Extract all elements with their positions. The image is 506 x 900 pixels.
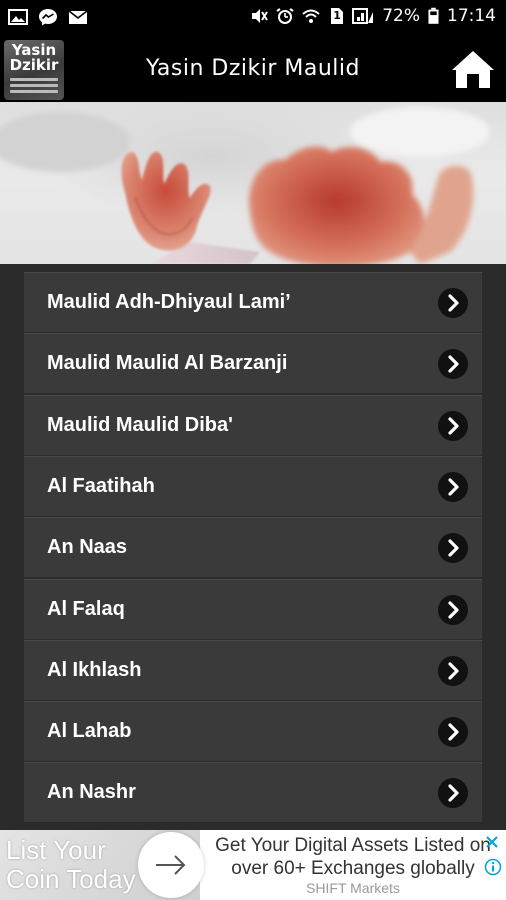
arrow-right-icon: [156, 855, 186, 875]
menu-item-label: Maulid Adh-Dhiyaul Lami’: [47, 291, 291, 313]
messenger-icon: [39, 9, 57, 26]
gallery-icon: [8, 9, 28, 25]
menu-item[interactable]: Al Ikhlash: [24, 640, 482, 700]
praying-hands-illustration: [0, 102, 506, 264]
chevron-right-icon[interactable]: [438, 411, 468, 441]
app-bar: Yasin Dzikir Yasin Dzikir Maulid: [0, 36, 506, 102]
chevron-right-icon[interactable]: [438, 656, 468, 686]
signal-icon: [352, 8, 374, 24]
chevron-right-icon[interactable]: [438, 778, 468, 808]
menu-item-label: Al Lahab: [47, 720, 132, 742]
alarm-icon: [276, 8, 294, 24]
menu-item[interactable]: Maulid Maulid Diba': [24, 395, 482, 455]
ad-left-text: List Your Coin Today: [6, 835, 136, 894]
status-bar: 1 72% 17:14: [0, 0, 506, 36]
menu-item-label: Maulid Maulid Al Barzanji: [47, 352, 288, 374]
wifi-icon: [302, 9, 320, 23]
battery-percentage: 72%: [382, 6, 420, 26]
menu-item-label: Al Falaq: [47, 598, 125, 620]
banner-image: [0, 102, 506, 264]
menu-item-label: Al Faatihah: [47, 475, 155, 497]
clock: 17:14: [447, 6, 496, 26]
info-icon[interactable]: [484, 858, 502, 876]
ad-arrow-button[interactable]: [138, 832, 204, 898]
mail-icon: [68, 10, 88, 24]
ad-banner[interactable]: List Your Coin Today Get Your Digital As…: [0, 830, 506, 900]
mute-icon: [252, 9, 269, 23]
chevron-right-icon[interactable]: [438, 533, 468, 563]
menu-item[interactable]: An Naas: [24, 517, 482, 577]
menu-item[interactable]: Al Lahab: [24, 701, 482, 761]
battery-icon: [428, 7, 439, 24]
menu-item[interactable]: Maulid Maulid Al Barzanji: [24, 333, 482, 393]
home-icon[interactable]: [450, 48, 496, 90]
ad-source: SHIFT Markets: [306, 880, 400, 896]
menu-item[interactable]: Maulid Adh-Dhiyaul Lami’: [24, 272, 482, 332]
menu-item-label: An Nashr: [47, 781, 136, 803]
menu-item-label: Maulid Maulid Diba': [47, 414, 233, 436]
chevron-right-icon[interactable]: [438, 349, 468, 379]
sim-icon: 1: [328, 7, 344, 25]
app-title: Yasin Dzikir Maulid: [146, 56, 360, 81]
chevron-right-icon[interactable]: [438, 717, 468, 747]
chevron-right-icon[interactable]: [438, 595, 468, 625]
close-icon[interactable]: [484, 834, 500, 850]
chevron-right-icon[interactable]: [438, 472, 468, 502]
sim-label: 1: [333, 9, 341, 22]
menu-item[interactable]: Al Falaq: [24, 579, 482, 639]
menu-item-label: Al Ikhlash: [47, 659, 142, 681]
menu-item[interactable]: An Nashr: [24, 762, 482, 822]
menu-item[interactable]: Al Faatihah: [24, 456, 482, 516]
chevron-right-icon[interactable]: [438, 288, 468, 318]
menu-item-label: An Naas: [47, 536, 128, 558]
ad-headline[interactable]: Get Your Digital Assets Listed on over 6…: [212, 834, 494, 880]
